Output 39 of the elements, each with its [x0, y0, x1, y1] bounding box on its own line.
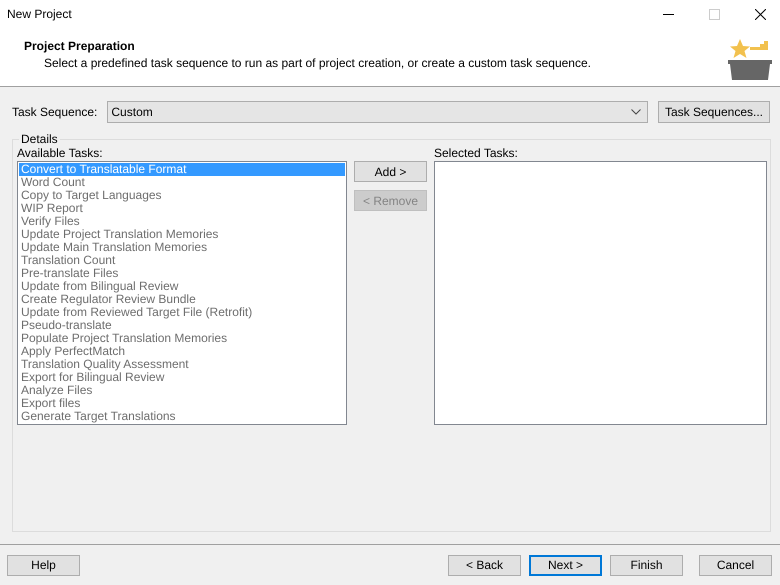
task-item[interactable]: Generate Target Translations	[19, 410, 345, 423]
task-item[interactable]: Create Regulator Review Bundle	[19, 293, 345, 306]
dialog-button[interactable]: Cancel	[699, 554, 772, 576]
details-legend: Details	[19, 132, 60, 146]
dialog-button[interactable]: Finish	[610, 554, 683, 576]
task-item[interactable]: Apply PerfectMatch	[19, 345, 345, 358]
task-item[interactable]: Verify Files	[19, 215, 345, 228]
task-item[interactable]: Export for Bilingual Review	[19, 371, 345, 384]
close-icon[interactable]	[755, 8, 766, 20]
task-item[interactable]: Pre-translate Files	[19, 267, 345, 280]
task-sequences-button[interactable]: Task Sequences...	[658, 101, 770, 123]
task-item[interactable]: Copy to Target Languages	[19, 189, 345, 202]
help-button[interactable]: Help	[7, 554, 80, 576]
window-title: New Project	[7, 7, 72, 21]
task-item[interactable]: Update Project Translation Memories	[19, 228, 345, 241]
task-item[interactable]: Word Count	[19, 176, 345, 189]
task-item[interactable]: Convert to Translatable Format	[19, 163, 345, 176]
task-sequence-label: Task Sequence:	[12, 105, 98, 119]
task-item[interactable]: Export files	[19, 397, 345, 410]
task-item[interactable]: WIP Report	[19, 202, 345, 215]
task-item[interactable]: Translation Quality Assessment	[19, 358, 345, 371]
header-description: Select a predefined task sequence to run as part of project creation, or create a custom task sequence.	[43, 56, 591, 70]
available-tasks-label: Available Tasks:	[17, 146, 104, 160]
selected-tasks-label: Selected Tasks:	[434, 146, 519, 160]
basket-star-icon	[728, 39, 772, 81]
task-item[interactable]: Update from Reviewed Target File (Retrofit)	[19, 306, 345, 319]
maximize-icon	[709, 8, 720, 20]
task-sequence-dropdown[interactable]: Custom	[107, 101, 648, 123]
dialog-button[interactable]: Next >	[529, 554, 602, 576]
task-item[interactable]: Update Main Translation Memories	[19, 241, 345, 254]
task-item[interactable]: Analyze Files	[19, 384, 345, 397]
task-item[interactable]: Pseudo-translate	[19, 319, 345, 332]
task-item[interactable]: Translation Count	[19, 254, 345, 267]
add-button[interactable]: Add >	[354, 161, 427, 182]
task-item[interactable]: Populate Project Translation Memories	[19, 332, 345, 345]
header-title: Project Preparation	[24, 39, 136, 53]
chevron-icon	[630, 109, 641, 115]
task-item[interactable]: Update from Bilingual Review	[19, 280, 345, 293]
dialog-button[interactable]: < Back	[448, 554, 521, 576]
